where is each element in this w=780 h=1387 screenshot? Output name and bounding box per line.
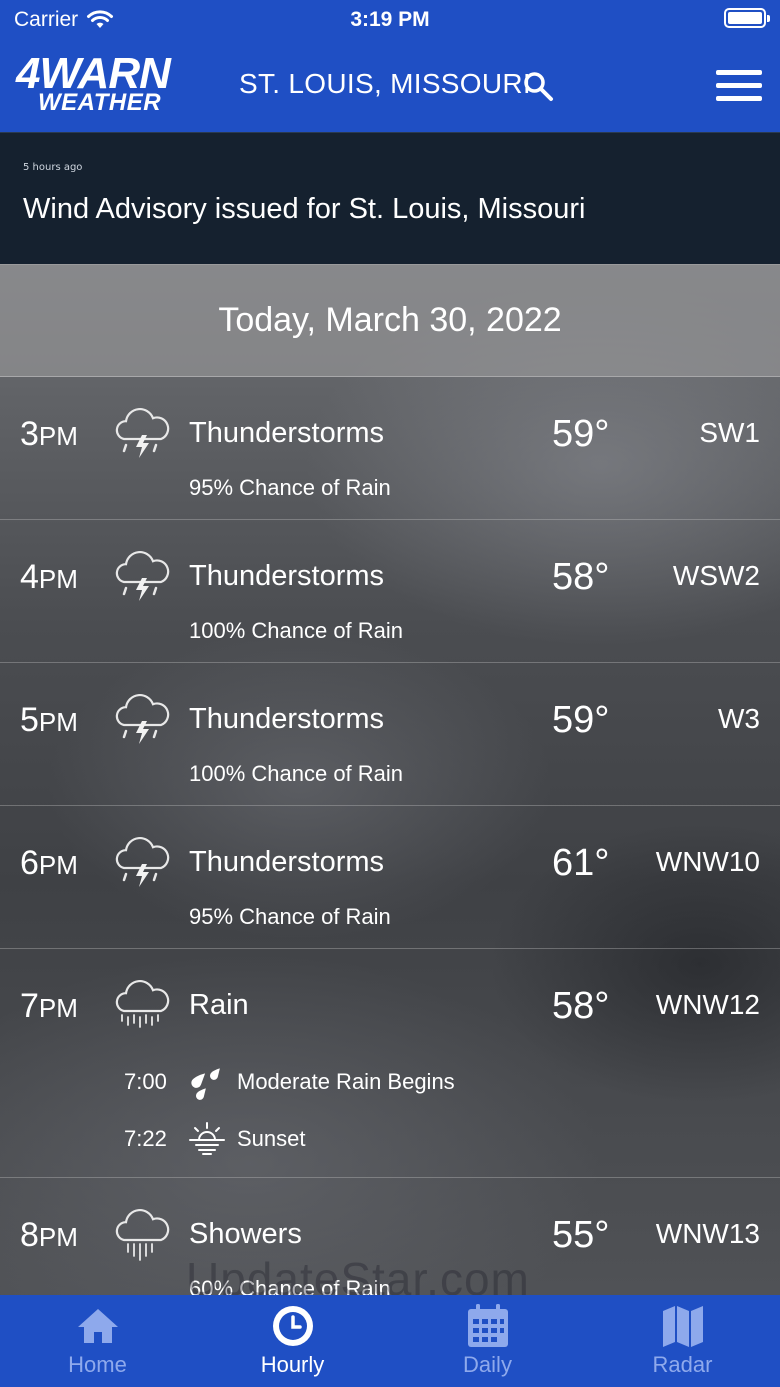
map-icon — [662, 1306, 703, 1347]
thunderstorm-icon — [115, 837, 170, 887]
row-wind: WSW2 — [672, 560, 760, 591]
row-wind: W3 — [718, 703, 760, 734]
tab-home[interactable]: Home — [0, 1295, 195, 1387]
logo-line-2: WEATHER — [38, 89, 162, 116]
tab-label: Daily — [463, 1352, 512, 1377]
row-temperature: 55° — [552, 1214, 610, 1256]
hourly-row[interactable]: 5PM Thunderstorms 100% Chance of Rain 59… — [0, 663, 780, 806]
row-temperature: 59° — [552, 413, 610, 455]
row-hour: 4PM — [20, 558, 78, 596]
row-hour: 7PM — [20, 987, 78, 1025]
thunderstorm-icon — [115, 408, 170, 458]
row-hour: 6PM — [20, 844, 78, 882]
tab-hourly[interactable]: Hourly — [195, 1295, 390, 1387]
event-time: 7:22 — [124, 1126, 167, 1151]
app-header: Carrier 3:19 PM 4WARN WEATHER ST. LOUIS,… — [0, 0, 780, 132]
row-hour: 5PM — [20, 701, 78, 739]
hourly-row[interactable]: 6PM Thunderstorms 95% Chance of Rain 61°… — [0, 806, 780, 949]
row-temperature: 59° — [552, 699, 610, 741]
tab-daily[interactable]: Daily — [390, 1295, 585, 1387]
row-condition: Thunderstorms — [189, 560, 385, 592]
raindrops-icon — [191, 1068, 220, 1100]
tab-label: Radar — [652, 1352, 713, 1377]
hourly-row[interactable]: 3PM Thunderstorms 95% Chance of Rain 59°… — [0, 377, 780, 520]
calendar-icon — [467, 1304, 508, 1347]
logo-line-1: 4WARN — [16, 49, 171, 98]
home-icon — [77, 1309, 118, 1343]
row-rain-chance: 100% Chance of Rain — [189, 761, 404, 786]
status-bar: Carrier 3:19 PM — [0, 0, 780, 40]
status-time: 3:19 PM — [350, 8, 430, 31]
row-condition: Rain — [189, 989, 249, 1021]
tab-label: Hourly — [260, 1352, 325, 1377]
row-rain-chance: 95% Chance of Rain — [189, 475, 391, 500]
row-wind: WNW10 — [655, 846, 760, 877]
hamburger-menu-icon[interactable] — [716, 70, 762, 102]
search-icon[interactable] — [522, 70, 554, 102]
event-label: Sunset — [237, 1126, 306, 1151]
clock-icon — [272, 1306, 313, 1346]
event-rain-begins: 7:00 Moderate Rain Begins — [0, 1063, 780, 1103]
row-condition: Showers — [189, 1218, 302, 1250]
row-rain-chance: 100% Chance of Rain — [189, 618, 404, 643]
battery-icon — [724, 8, 770, 28]
row-hour: 8PM — [20, 1216, 78, 1254]
thunderstorm-icon — [115, 694, 170, 744]
event-label: Moderate Rain Begins — [237, 1069, 455, 1094]
event-time: 7:00 — [124, 1069, 167, 1094]
hourly-row[interactable]: 4PM Thunderstorms 100% Chance of Rain 58… — [0, 520, 780, 663]
row-condition: Thunderstorms — [189, 417, 385, 449]
tab-label: Home — [68, 1352, 127, 1377]
row-rain-chance: 95% Chance of Rain — [189, 904, 391, 929]
row-wind: SW1 — [699, 417, 760, 448]
showers-icon — [115, 1209, 170, 1261]
alert-time-ago: 5 hours ago — [23, 162, 83, 173]
bottom-tab-bar: Home Hourly Daily Radar — [0, 1295, 780, 1387]
row-condition: Thunderstorms — [189, 846, 385, 878]
app-logo[interactable]: 4WARN WEATHER — [16, 49, 194, 116]
thunderstorm-icon — [115, 551, 170, 601]
location-title[interactable]: ST. LOUIS, MISSOURI — [239, 68, 531, 100]
event-sunset: 7:22 Sunset — [0, 1120, 780, 1160]
rain-icon — [115, 980, 170, 1028]
row-condition: Thunderstorms — [189, 703, 385, 735]
row-temperature: 58° — [552, 556, 610, 598]
row-temperature: 58° — [552, 985, 610, 1027]
row-hour: 3PM — [20, 415, 78, 453]
sunset-icon — [189, 1122, 225, 1155]
tab-radar[interactable]: Radar — [585, 1295, 780, 1387]
date-heading: Today, March 30, 2022 — [0, 264, 780, 377]
alert-title: Wind Advisory issued for St. Louis, Miss… — [23, 193, 586, 225]
alert-banner[interactable]: 5 hours ago Wind Advisory issued for St.… — [0, 132, 780, 264]
hourly-row[interactable]: 7PM Rain 58° WNW12 7:00 Moderate Rain Be… — [0, 949, 780, 1178]
row-temperature: 61° — [552, 842, 610, 884]
row-wind: WNW13 — [655, 1218, 760, 1249]
row-wind: WNW12 — [655, 989, 760, 1020]
